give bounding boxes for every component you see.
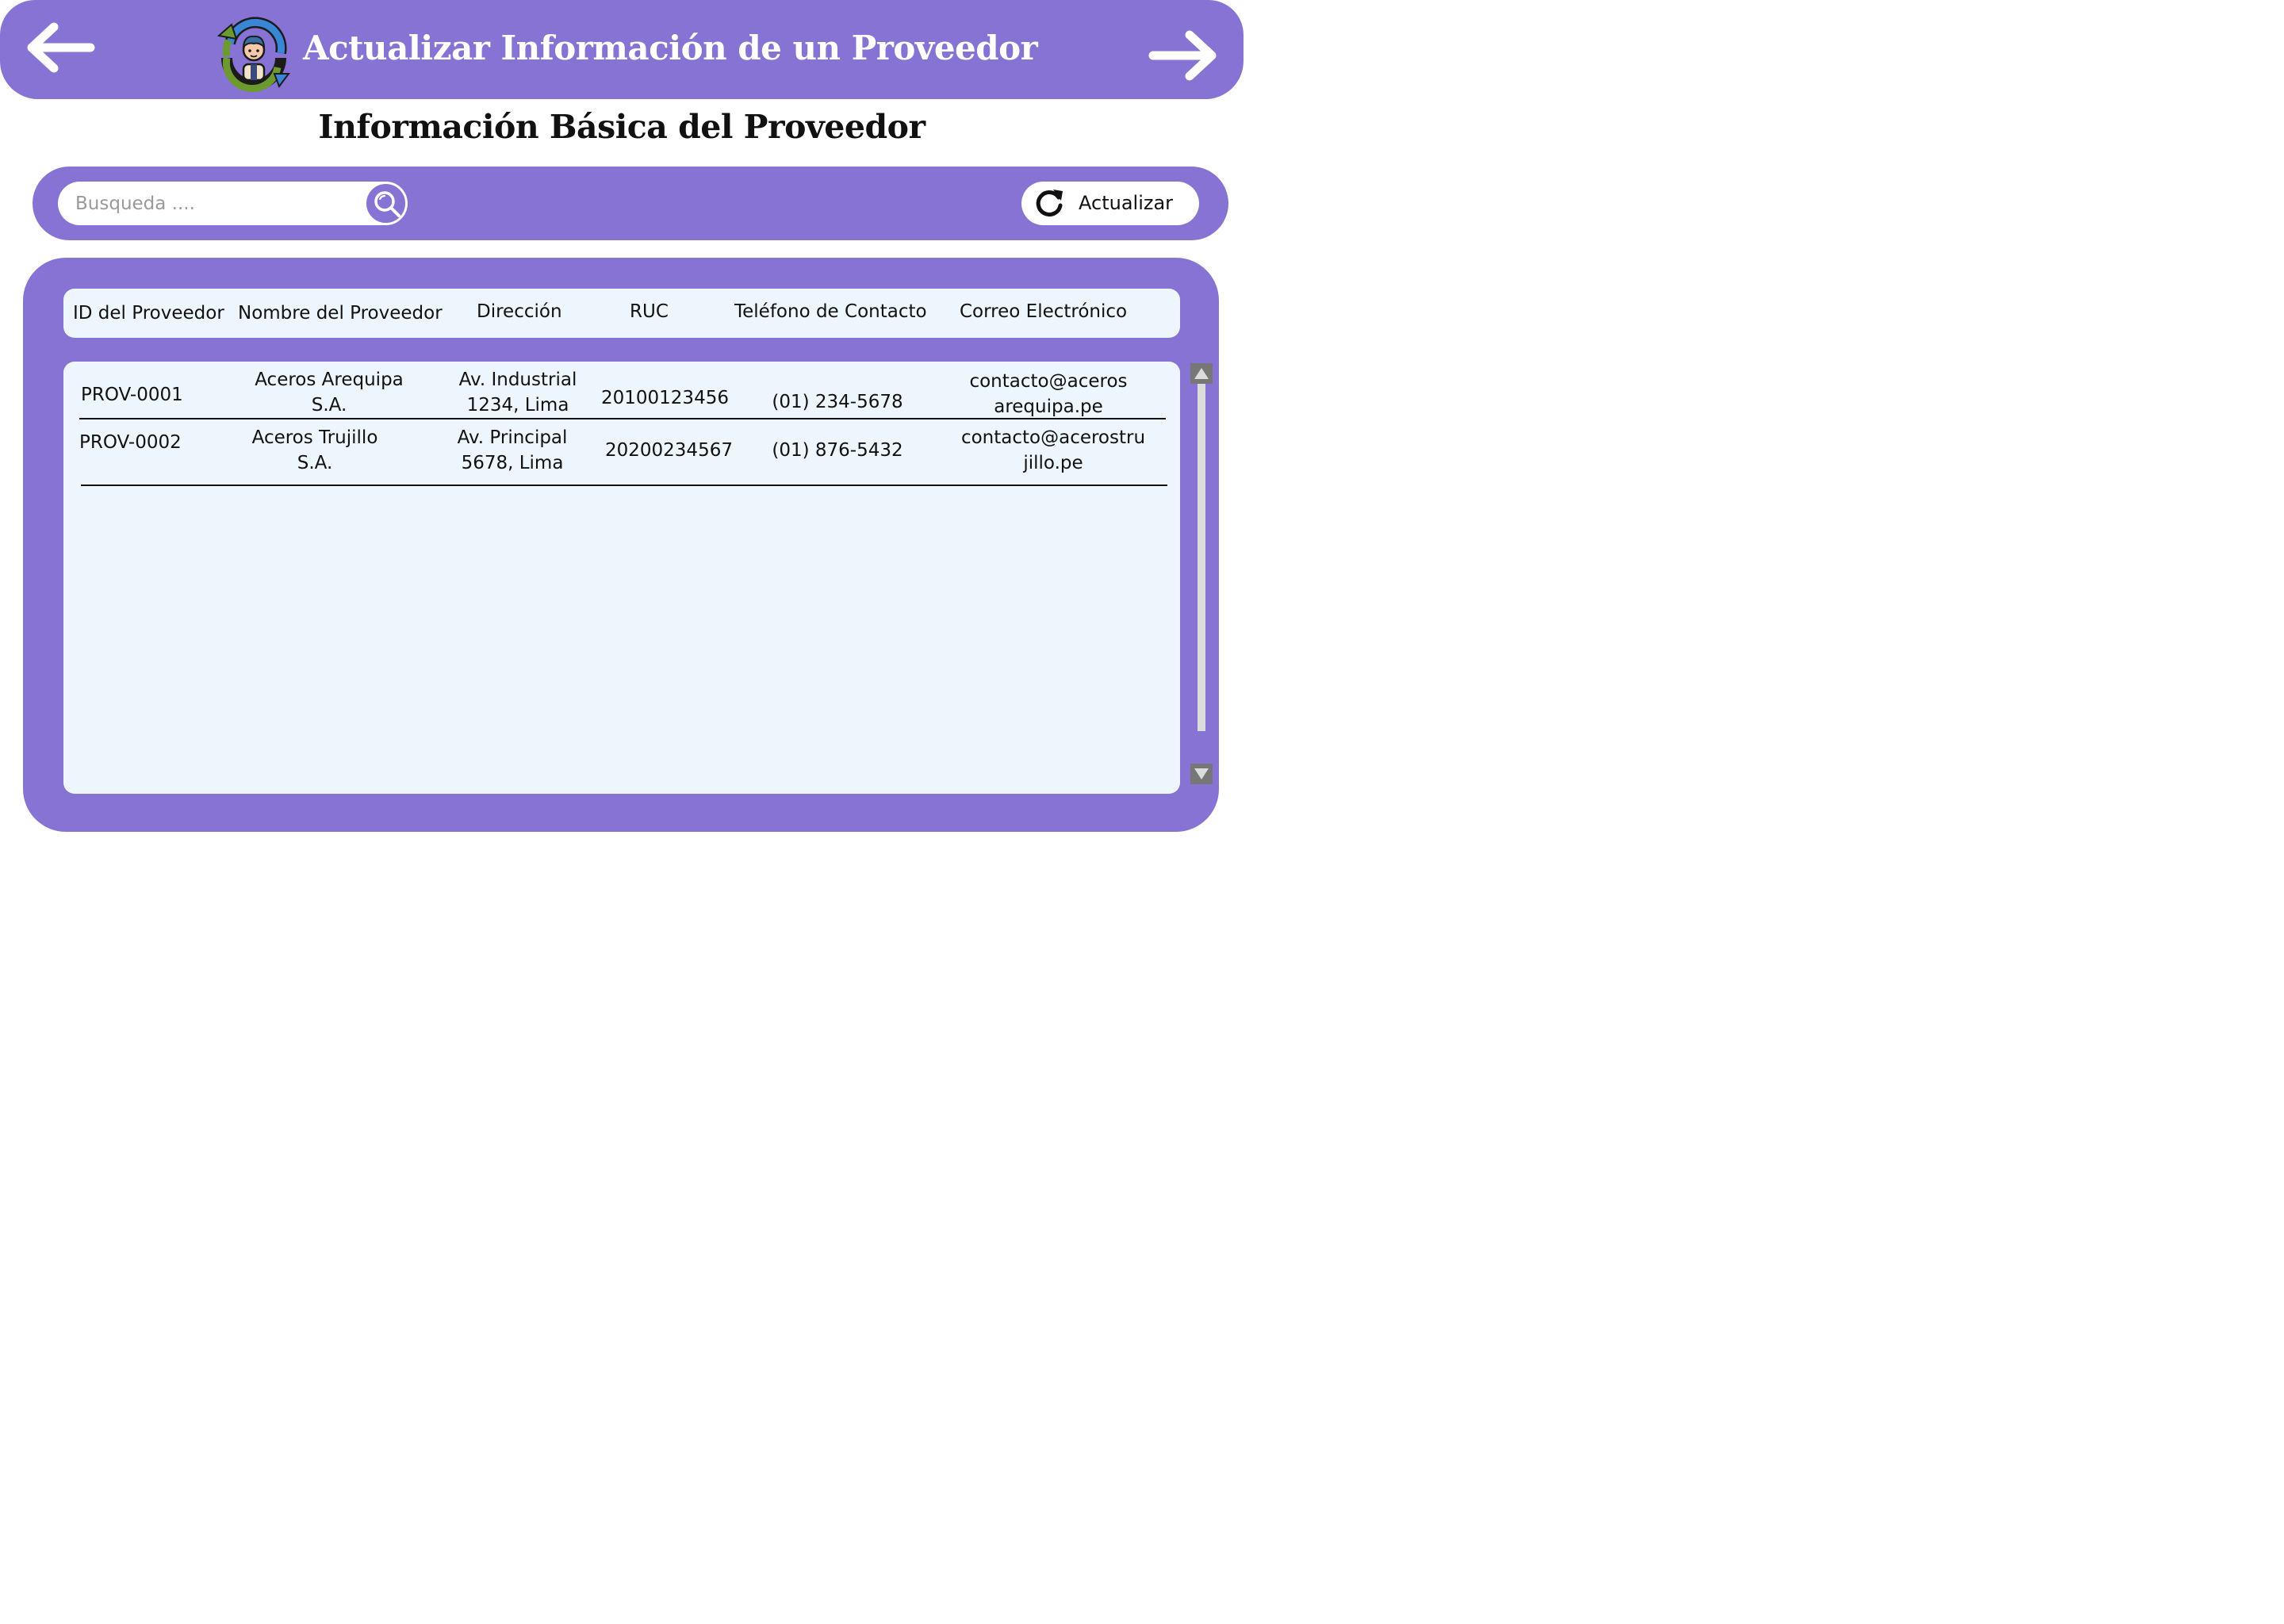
cell-id: PROV-0001 bbox=[81, 385, 183, 405]
back-arrow-icon[interactable] bbox=[22, 19, 97, 76]
table-body: PROV-0001 Aceros Arequipa S.A. Av. Indus… bbox=[63, 362, 1180, 794]
row-divider bbox=[81, 485, 1167, 486]
cell-email: contacto@acerostru jillo.pe bbox=[960, 427, 1146, 473]
refresh-icon bbox=[1036, 190, 1063, 217]
column-header-address: Dirección bbox=[477, 301, 562, 322]
triangle-down-icon bbox=[1194, 768, 1209, 779]
cell-name: Aceros Trujillo S.A. bbox=[251, 427, 378, 473]
cell-phone: (01) 234-5678 bbox=[772, 392, 903, 412]
supplier-refresh-logo-icon bbox=[213, 12, 295, 94]
search-icon bbox=[374, 191, 400, 217]
cell-phone: (01) 876-5432 bbox=[772, 440, 903, 461]
app-title: Actualizar Información de un Proveedor bbox=[303, 29, 1038, 67]
scroll-down-button[interactable] bbox=[1190, 764, 1213, 784]
cell-ruc: 20100123456 bbox=[601, 388, 729, 408]
row-divider bbox=[79, 418, 1166, 419]
section-title: Información Básica del Proveedor bbox=[318, 108, 925, 146]
column-header-name: Nombre del Proveedor bbox=[238, 303, 443, 324]
refresh-label: Actualizar bbox=[1079, 192, 1174, 214]
column-header-email: Correo Electrónico bbox=[960, 301, 1128, 322]
cell-id: PROV-0002 bbox=[79, 432, 182, 453]
scroll-up-button[interactable] bbox=[1190, 363, 1213, 384]
search-box[interactable] bbox=[58, 182, 407, 225]
refresh-button[interactable]: Actualizar bbox=[1021, 182, 1199, 225]
cell-name: Aceros Arequipa S.A. bbox=[255, 370, 404, 416]
column-header-phone: Teléfono de Contacto bbox=[734, 301, 927, 322]
table-header: ID del Proveedor Nombre del Proveedor Di… bbox=[63, 289, 1180, 338]
cell-address: Av. Industrial 1234, Lima bbox=[458, 370, 577, 416]
column-header-ruc: RUC bbox=[630, 301, 669, 322]
search-button[interactable] bbox=[364, 182, 408, 225]
column-header-id: ID del Proveedor bbox=[73, 303, 224, 324]
cell-email: contacto@aceros arequipa.pe bbox=[969, 371, 1128, 417]
forward-arrow-icon[interactable] bbox=[1147, 27, 1221, 84]
cell-address: Av. Principal 5678, Lima bbox=[457, 427, 568, 473]
scrollbar-track[interactable] bbox=[1198, 384, 1205, 731]
cell-ruc: 20200234567 bbox=[605, 440, 733, 461]
triangle-up-icon bbox=[1194, 368, 1209, 379]
search-input[interactable] bbox=[74, 188, 362, 220]
